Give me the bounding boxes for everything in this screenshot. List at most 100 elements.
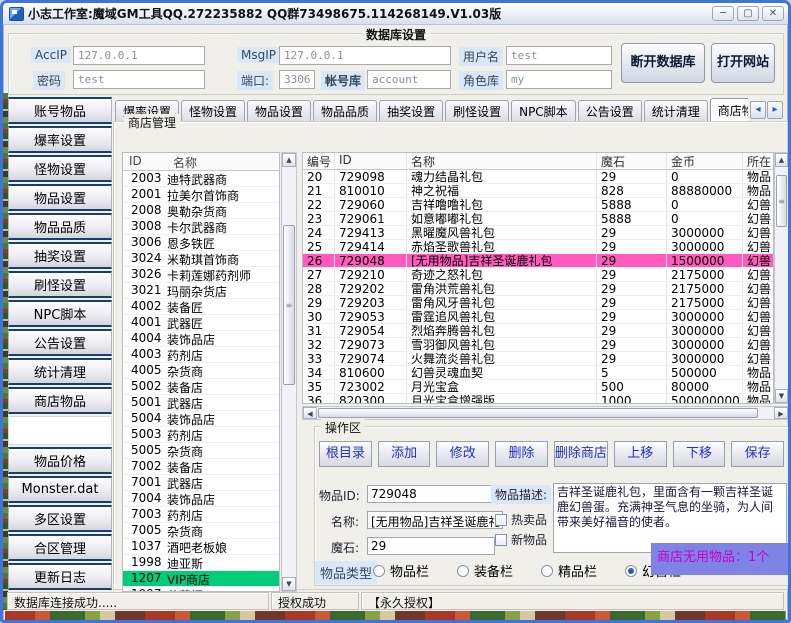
item-row[interactable]: 21810010神之祝福82888880000物品 <box>303 184 773 198</box>
sidebar-item-抽奖设置[interactable]: 抽奖设置 <box>8 242 112 269</box>
close-icon[interactable]: ✕ <box>762 6 784 21</box>
sidebar-item-公告设置[interactable]: 公告设置 <box>8 329 112 356</box>
tab-商店物品[interactable]: 商店物品 <box>710 98 748 121</box>
sidebar-item-物品品质[interactable]: 物品品质 <box>8 213 112 240</box>
sidebar-item-更新日志[interactable]: 更新日志 <box>8 563 112 590</box>
item-row[interactable]: 27729210奇迹之怒礼包292175000幻兽 <box>303 268 773 282</box>
shop-row[interactable]: 7002装备店 <box>123 459 279 475</box>
sidebar-item-怪物设置[interactable]: 怪物设置 <box>8 155 112 182</box>
open-website-button[interactable]: 打开网站 <box>711 43 775 83</box>
tab-刷怪设置[interactable]: 刷怪设置 <box>445 100 509 121</box>
shop-row[interactable]: 5001武器店 <box>123 395 279 411</box>
shop-row[interactable]: 7005杂货商 <box>123 523 279 539</box>
shop-list-scrollbar[interactable]: ▲ ▼ <box>281 152 297 592</box>
shop-row[interactable]: 7004装饰品店 <box>123 491 279 507</box>
sidebar-item-物品价格[interactable]: 物品价格 <box>8 447 112 474</box>
item-table-vscrollbar[interactable]: ▲ ▼ <box>774 152 789 404</box>
shop-row[interactable]: 5002装备店 <box>123 379 279 395</box>
shop-row[interactable]: 4001武器匠 <box>123 315 279 331</box>
shop-row[interactable]: 2003迪特武器商 <box>123 171 279 187</box>
item-row[interactable]: 23729061如意嘟嘟礼包58880幻兽 <box>303 212 773 226</box>
item-id-field[interactable]: 729048 <box>367 485 503 503</box>
radio-物品栏[interactable]: 物品栏 <box>373 561 429 580</box>
sidebar-item-Monster.dat[interactable]: Monster.dat <box>8 476 112 503</box>
radio-精品栏[interactable]: 精品栏 <box>541 561 597 580</box>
tab-公告设置[interactable]: 公告设置 <box>578 100 642 121</box>
shop-row[interactable]: 5003药剂店 <box>123 427 279 443</box>
item-row[interactable]: 33729074火舞流炎兽礼包293000000幻兽 <box>303 352 773 366</box>
item-row[interactable]: 36820300月光宝盒增强版1000500000000物品 <box>303 394 773 404</box>
op-button-上移[interactable]: 上移 <box>614 441 667 467</box>
item-row[interactable]: 24729413黑曜魔风兽礼包293000000幻兽 <box>303 226 773 240</box>
tab-抽奖设置[interactable]: 抽奖设置 <box>379 100 443 121</box>
shop-row[interactable]: 3024米勒琪首饰商 <box>123 251 279 267</box>
radio-装备栏[interactable]: 装备栏 <box>457 561 513 580</box>
item-row[interactable]: 22729060吉祥噜噜礼包58880幻兽 <box>303 198 773 212</box>
scrollbar-thumb[interactable] <box>283 225 295 385</box>
op-button-删除[interactable]: 删除 <box>495 441 548 467</box>
item-row[interactable]: 26729048[无用物品]吉祥圣诞鹿礼包291500000幻兽 <box>303 254 773 268</box>
shop-row[interactable]: 3021玛丽杂货店 <box>123 283 279 299</box>
item-row[interactable]: 32729073雪羽御风兽礼包293000000幻兽 <box>303 338 773 352</box>
item-row[interactable]: 31729054烈焰奔腾兽礼包293000000幻兽 <box>303 324 773 338</box>
scrollbar-thumb[interactable] <box>776 175 787 227</box>
op-button-修改[interactable]: 修改 <box>436 441 489 467</box>
scroll-left-icon[interactable]: ◀ <box>303 407 317 419</box>
sidebar-item-NPC脚本[interactable]: NPC脚本 <box>8 300 112 327</box>
scroll-down-icon[interactable]: ▼ <box>775 389 788 403</box>
tab-物品品质[interactable]: 物品品质 <box>313 100 377 121</box>
op-button-添加[interactable]: 添加 <box>378 441 431 467</box>
new-item-checkbox[interactable]: 新物品 <box>495 531 547 548</box>
item-row[interactable]: 25729414赤焰圣歌兽礼包293000000幻兽 <box>303 240 773 254</box>
sidebar-item-合区管理[interactable]: 合区管理 <box>8 534 112 561</box>
sidebar-item-刷怪设置[interactable]: 刷怪设置 <box>8 271 112 298</box>
magic-stone-field[interactable]: 29 <box>367 537 495 555</box>
tab-scroll-left-icon[interactable]: ◂ <box>750 101 766 119</box>
tab-统计清理[interactable]: 统计清理 <box>644 100 708 121</box>
sidebar-item-商店物品[interactable]: 商店物品 <box>8 387 112 414</box>
shop-row[interactable]: 3008卡尔武器商 <box>123 219 279 235</box>
tab-scroll-right-icon[interactable]: ▸ <box>767 101 783 119</box>
password-field[interactable]: test <box>73 70 205 89</box>
minimize-icon[interactable]: ─ <box>712 6 734 21</box>
role-db-field[interactable]: my <box>506 70 612 89</box>
item-row[interactable]: 35723002月光宝盒50080000物品 <box>303 380 773 394</box>
shop-row[interactable]: 5005杂货商 <box>123 443 279 459</box>
shop-row[interactable]: 1207VIP商店 <box>123 571 279 587</box>
item-row[interactable]: 28729202雷角洪荒兽礼包292175000幻兽 <box>303 282 773 296</box>
disconnect-db-button[interactable]: 断开数据库 <box>621 43 705 83</box>
sidebar-item-爆率设置[interactable]: 爆率设置 <box>8 126 112 153</box>
shop-row[interactable]: 5004装饰品店 <box>123 411 279 427</box>
shop-row[interactable]: 7003药剂店 <box>123 507 279 523</box>
shop-row[interactable]: 3026卡莉莲娜药剂师 <box>123 267 279 283</box>
scroll-up-icon[interactable]: ▲ <box>282 153 296 167</box>
tab-物品设置[interactable]: 物品设置 <box>247 100 311 121</box>
op-button-删除商店[interactable]: 删除商店 <box>554 441 608 467</box>
scrollbar-thumb[interactable] <box>318 408 758 418</box>
shop-row[interactable]: 2008奥勒杂货商 <box>123 203 279 219</box>
item-row[interactable]: 29729203雷角风牙兽礼包292175000幻兽 <box>303 296 773 310</box>
hot-sale-checkbox[interactable]: 热卖品 <box>495 511 547 528</box>
shop-row[interactable]: 7001武器店 <box>123 475 279 491</box>
port-field[interactable]: 3306 <box>279 70 315 89</box>
shop-row[interactable]: 4005杂货商 <box>123 363 279 379</box>
shop-row[interactable]: 1998迪亚斯 <box>123 555 279 571</box>
item-table-hscrollbar[interactable]: ◀ ▶ <box>302 406 789 420</box>
shop-row[interactable]: 1037酒吧老板娘 <box>123 539 279 555</box>
item-row[interactable]: 20729098魂力结晶礼包290物品 <box>303 170 773 184</box>
scroll-down-icon[interactable]: ▼ <box>282 577 296 591</box>
shop-row[interactable]: 4004装饰品店 <box>123 331 279 347</box>
op-button-根目录[interactable]: 根目录 <box>319 441 372 467</box>
shop-row[interactable]: 4003药剂店 <box>123 347 279 363</box>
maximize-icon[interactable]: ▢ <box>737 6 759 21</box>
sidebar-item-账号物品[interactable]: 账号物品 <box>8 97 112 124</box>
op-button-保存[interactable]: 保存 <box>731 441 784 467</box>
scroll-up-icon[interactable]: ▲ <box>775 153 788 167</box>
item-name-field[interactable]: [无用物品]吉祥圣诞鹿礼包 <box>367 511 503 529</box>
scroll-right-icon[interactable]: ▶ <box>774 407 788 419</box>
tab-NPC脚本[interactable]: NPC脚本 <box>511 100 576 121</box>
item-row[interactable]: 30729053雷霆追风兽礼包293000000幻兽 <box>303 310 773 324</box>
sidebar-item-多区设置[interactable]: 多区设置 <box>8 505 112 532</box>
msgip-field[interactable]: 127.0.0.1 <box>279 46 451 65</box>
sidebar-item-统计清理[interactable]: 统计清理 <box>8 358 112 385</box>
